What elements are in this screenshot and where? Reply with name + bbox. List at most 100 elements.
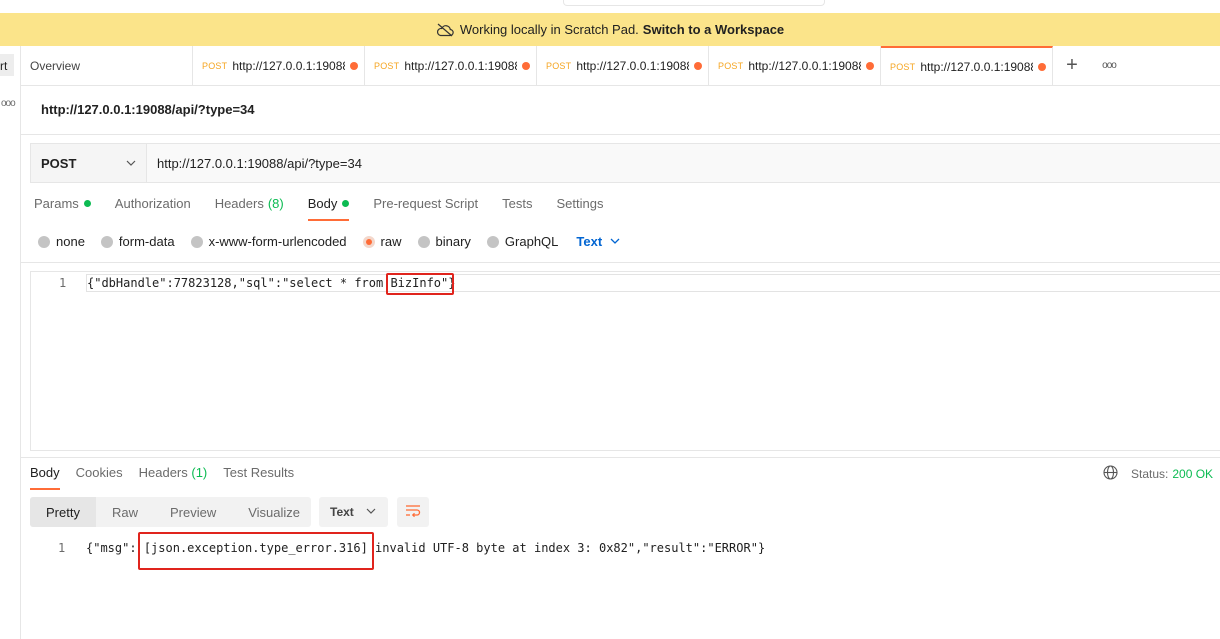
tab-body[interactable]: Body: [307, 196, 350, 221]
red-annotation-box: [386, 273, 454, 295]
globe-icon[interactable]: [1103, 465, 1118, 483]
tab-overview[interactable]: Overview: [21, 46, 193, 85]
response-tab-headers[interactable]: Headers (1): [139, 465, 208, 488]
method-select[interactable]: POST: [31, 144, 147, 182]
tab-label: Headers: [138, 465, 188, 480]
unsaved-dot-icon: [350, 61, 359, 70]
tab-label: Params: [34, 196, 79, 211]
tab-label: Pre-request Script: [373, 196, 479, 211]
status-label: Status:: [1131, 467, 1169, 481]
body-type-binary[interactable]: binary: [417, 234, 471, 249]
tab-pre-request-script[interactable]: Pre-request Script: [373, 196, 478, 219]
tab-url: http://127.0.0.1:19088/: [920, 59, 1034, 74]
tab-overview-label: Overview: [30, 58, 81, 73]
url-bar: POST http://127.0.0.1:19088/api/?type=34: [30, 143, 1220, 183]
line-number: 1: [58, 541, 66, 555]
tab-label: Settings: [556, 196, 604, 211]
view-visualize[interactable]: Visualize: [232, 497, 316, 527]
response-tabs: Body Cookies Headers (1) Test Results: [30, 465, 310, 490]
body-type-options: none form-data x-www-form-urlencoded raw…: [38, 234, 620, 249]
tab-label: Headers: [214, 196, 264, 211]
request-tab[interactable]: POST http://127.0.0.1:19088/: [709, 46, 881, 85]
sidebar-item-label[interactable]: rt: [0, 59, 7, 73]
tab-method: POST: [718, 60, 744, 71]
headers-count: (1): [191, 465, 208, 480]
view-preview[interactable]: Preview: [154, 497, 232, 527]
chevron-down-icon: [126, 156, 136, 171]
body-type-form-data[interactable]: form-data: [100, 234, 175, 249]
view-raw[interactable]: Raw: [96, 497, 154, 527]
search-bar-edge[interactable]: [563, 0, 825, 6]
body-type-raw[interactable]: raw: [362, 234, 402, 249]
request-tab-active[interactable]: POST http://127.0.0.1:19088/: [881, 46, 1053, 85]
tab-label: Body: [30, 465, 60, 480]
code-text: "dbHandle":77823128,"sql":"select * from: [94, 276, 391, 290]
divider: [21, 457, 1220, 458]
response-tab-test-results[interactable]: Test Results: [223, 465, 294, 488]
tab-url: http://127.0.0.1:19088/: [404, 58, 518, 73]
option-label: GraphQL: [504, 234, 559, 249]
indicator-dot-icon: [83, 200, 91, 207]
tab-more-icon[interactable]: ooo: [1091, 46, 1127, 85]
divider: [21, 134, 1220, 135]
chevron-down-icon: [366, 505, 376, 519]
tab-method: POST: [202, 60, 228, 71]
tab-headers[interactable]: Headers (8): [215, 196, 284, 219]
red-annotation-box: [138, 532, 374, 570]
line-number: 1: [59, 276, 67, 290]
response-tab-body[interactable]: Body: [30, 465, 60, 490]
tab-method: POST: [890, 61, 916, 72]
request-tab[interactable]: POST http://127.0.0.1:19088/: [193, 46, 365, 85]
new-tab-button[interactable]: +: [1053, 46, 1091, 85]
radio-selected-icon: [362, 235, 375, 248]
tab-settings[interactable]: Settings: [556, 196, 603, 219]
indicator-dot-icon: [342, 200, 350, 207]
switch-workspace-link[interactable]: Switch to a Workspace: [643, 22, 784, 37]
tab-params[interactable]: Params: [34, 196, 91, 219]
wrap-lines-icon: [405, 504, 421, 521]
radio-icon: [417, 235, 430, 248]
request-body-editor[interactable]: 1 {"dbHandle":77823128,"sql":"select * f…: [30, 271, 1220, 451]
tab-method: POST: [374, 60, 400, 71]
option-label: binary: [435, 234, 471, 249]
option-label: x-www-form-urlencoded: [208, 234, 347, 249]
radio-icon: [38, 235, 50, 248]
view-label: Pretty: [46, 504, 80, 520]
request-tab[interactable]: POST http://127.0.0.1:19088/: [537, 46, 709, 85]
request-tab[interactable]: POST http://127.0.0.1:19088/: [365, 46, 537, 85]
view-label: Visualize: [248, 504, 301, 520]
option-label: raw: [380, 234, 402, 249]
response-format-select[interactable]: Text: [319, 497, 388, 527]
body-type-none[interactable]: none: [38, 234, 85, 249]
cloud-icon: [436, 23, 454, 37]
headers-count: (8): [267, 196, 284, 211]
code-text: invalid UTF-8 byte at index 3: 0x82","re…: [367, 541, 758, 555]
tab-label: Test Results: [223, 465, 295, 480]
body-type-urlencoded[interactable]: x-www-form-urlencoded: [190, 234, 347, 249]
response-body-viewer[interactable]: 1 {"msg": [json.exception.type_error.316…: [21, 532, 1220, 639]
status-code[interactable]: 200 OK: [1172, 467, 1213, 481]
tab-label: Cookies: [75, 465, 123, 480]
format-value: Text: [330, 505, 354, 519]
more-options-icon[interactable]: ooo: [1, 98, 16, 109]
request-config-tabs: Params Authorization Headers (8) Body Pre…: [34, 196, 627, 221]
unsaved-dot-icon: [522, 61, 531, 70]
code-text: "msg":: [93, 541, 137, 555]
raw-format-select[interactable]: Text: [576, 234, 620, 249]
view-label: Raw: [111, 504, 138, 520]
format-value: Text: [576, 234, 603, 249]
url-input[interactable]: http://127.0.0.1:19088/api/?type=34: [147, 144, 1220, 182]
wrap-lines-button[interactable]: [397, 497, 429, 527]
response-tab-cookies[interactable]: Cookies: [76, 465, 123, 488]
tab-label: Body: [307, 196, 338, 211]
left-sidebar: rt ooo: [0, 46, 21, 639]
tab-tests[interactable]: Tests: [502, 196, 532, 219]
tab-authorization[interactable]: Authorization: [115, 196, 191, 219]
view-pretty[interactable]: Pretty: [30, 497, 96, 527]
tab-method: POST: [546, 60, 572, 71]
view-label: Preview: [169, 504, 217, 520]
divider: [21, 262, 1220, 263]
body-type-graphql[interactable]: GraphQL: [486, 234, 559, 249]
request-name[interactable]: http://127.0.0.1:19088/api/?type=34: [41, 102, 255, 117]
unsaved-dot-icon: [866, 61, 875, 70]
